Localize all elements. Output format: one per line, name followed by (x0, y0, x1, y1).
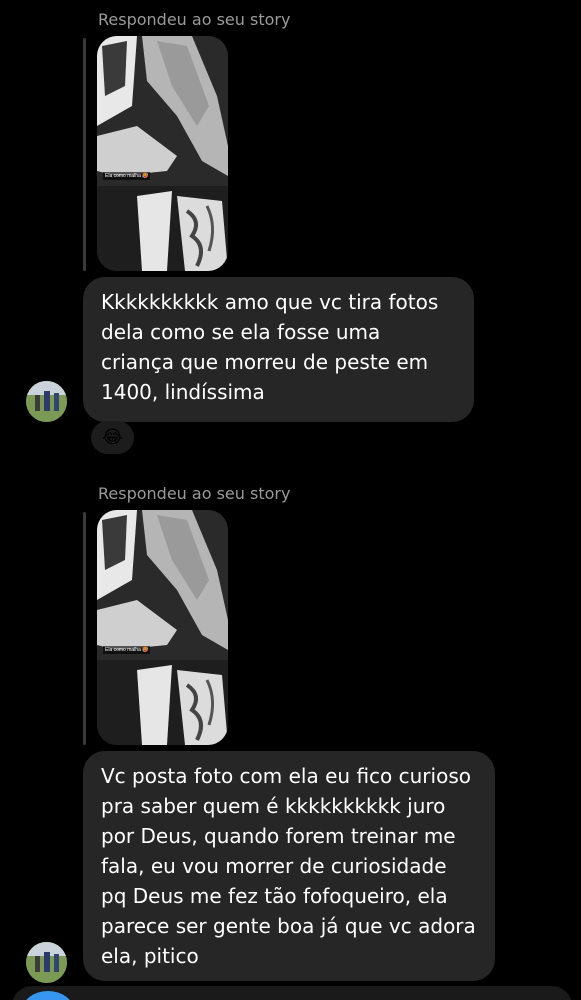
avatar[interactable] (26, 381, 67, 422)
quote-bar (83, 512, 86, 745)
laughing-emoji-icon: 😂 (101, 427, 124, 448)
message-bubble[interactable]: Kkkkkkkkkk amo que vc tira fotos dela co… (83, 277, 474, 422)
avatar[interactable] (26, 942, 67, 983)
message-text: Kkkkkkkkkk amo que vc tira fotos dela co… (101, 290, 439, 404)
story-thumbnail[interactable]: Ela como malha 🥵 (97, 510, 228, 745)
story-reply-label: Respondeu ao seu story (98, 10, 291, 29)
avatar-image (26, 381, 67, 422)
story-caption: Ela como malha 🥵 (103, 646, 151, 654)
story-reply-label: Respondeu ao seu story (98, 484, 291, 503)
message-text: Vc posta foto com ela eu fico curioso pr… (101, 764, 476, 968)
story-caption: Ela como malha 🥵 (103, 172, 151, 180)
story-image (97, 510, 228, 745)
story-image (97, 36, 228, 271)
message-input[interactable] (12, 986, 572, 1000)
story-thumbnail[interactable]: Ela como malha 🥵 (97, 36, 228, 271)
quote-bar (83, 38, 86, 271)
message-composer (0, 982, 581, 1000)
message-bubble[interactable]: Vc posta foto com ela eu fico curioso pr… (83, 751, 495, 981)
avatar-image (26, 942, 67, 983)
reaction-badge[interactable]: 😂 (91, 421, 134, 454)
